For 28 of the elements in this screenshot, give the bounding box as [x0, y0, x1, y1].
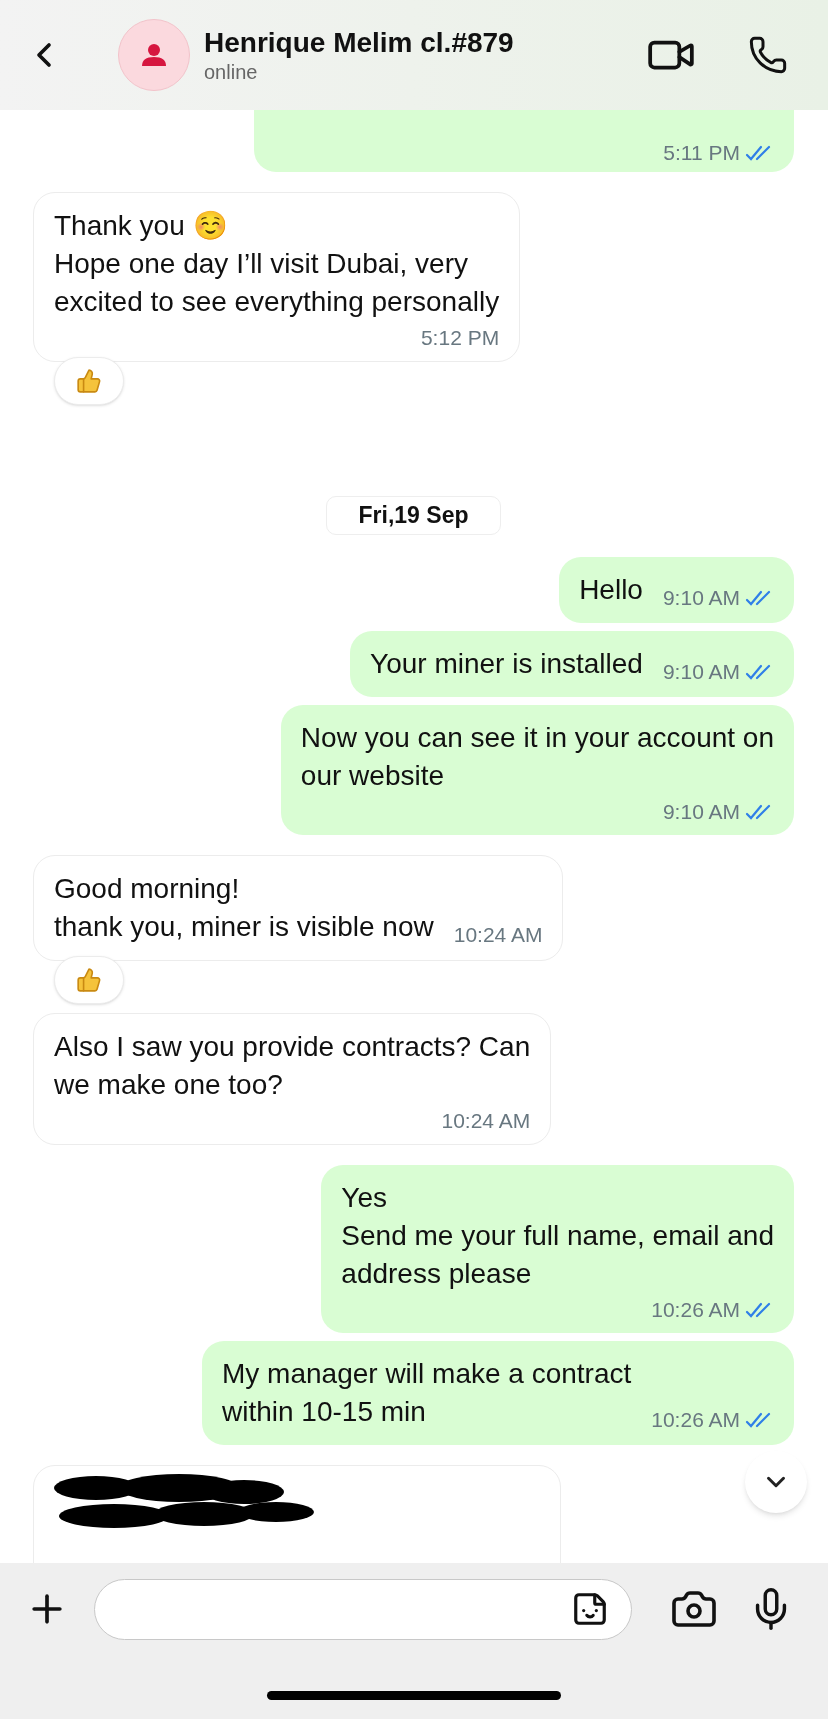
phone-icon — [748, 35, 788, 75]
message-text: Now you can see it in your account on our website — [300, 721, 774, 793]
message-text: Your miner is installed — [370, 647, 643, 681]
message-time: 9:10 AM — [662, 583, 774, 613]
reaction-pill[interactable] — [54, 357, 124, 405]
voice-call-button[interactable] — [748, 35, 788, 75]
sticker-icon[interactable] — [571, 1590, 609, 1628]
message-time: 10:26 AM — [651, 1295, 774, 1325]
message-text: My manager will make a contract within 10-15 min — [222, 1357, 632, 1429]
message-time: 9:10 AM — [662, 657, 774, 687]
thumbs-up-icon — [76, 967, 102, 993]
person-icon — [141, 43, 167, 67]
thumbs-up-icon — [76, 368, 102, 394]
contact-status: online — [204, 60, 259, 84]
message-time: 10:24 AM — [441, 1108, 531, 1134]
date-separator: Fri,19 Sep — [325, 496, 502, 535]
reaction-pill[interactable] — [54, 956, 124, 1004]
message-time: 5:11 PM — [663, 138, 774, 168]
contact-name: Henrique Melim cl.#879 — [204, 26, 514, 60]
message-text: Also I saw you provide contracts? Can we make one too? — [54, 1030, 531, 1102]
message-time: 5:12 PM — [420, 325, 500, 351]
message-text: Thank you ☺ Hope one day I’ll visit Dubai, very excited to see everything personally — [54, 209, 500, 319]
message-time: 10:26 AM — [651, 1405, 774, 1435]
message-time: 9:10 AM — [662, 797, 774, 827]
message-text: Hello — [579, 573, 643, 607]
message-text: Yes Send me your full name, email and address please — [341, 1181, 774, 1291]
message-time: 10:24 AM — [453, 922, 543, 948]
message-text: Good morning! thank you, miner is visible now — [54, 872, 434, 944]
